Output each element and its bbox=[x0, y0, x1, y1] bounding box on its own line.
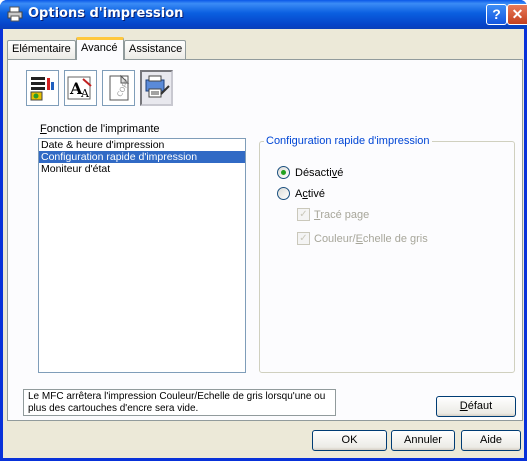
window-title: Options d'impression bbox=[28, 6, 184, 21]
radio-active-circle[interactable] bbox=[277, 187, 290, 200]
help-title-button[interactable]: ? bbox=[486, 4, 507, 25]
radio-desactive-circle[interactable] bbox=[277, 166, 290, 179]
quick-config-group-title: Configuration rapide d'impression bbox=[264, 135, 432, 147]
checkbox-couleur[interactable]: ✓ Couleur/Echelle de gris bbox=[297, 232, 428, 245]
checkbox-trace-page-box[interactable]: ✓ bbox=[297, 208, 310, 221]
checkbox-trace-page-label: Tracé page bbox=[314, 208, 370, 221]
device-options-button[interactable] bbox=[140, 70, 173, 106]
list-item-config-rapide[interactable]: Configuration rapide d'impression bbox=[39, 151, 245, 163]
tab-elementaire[interactable]: Elémentaire bbox=[7, 40, 76, 59]
radio-active[interactable]: Activé bbox=[277, 187, 325, 200]
radio-active-label: Activé bbox=[295, 187, 325, 200]
svg-text:A: A bbox=[80, 87, 90, 100]
radio-desactive-label: Désactivé bbox=[295, 166, 344, 179]
watermark-icon: COPY bbox=[109, 74, 132, 101]
function-listbox[interactable]: Date & heure d'impression Configuration … bbox=[38, 138, 246, 373]
device-options-icon bbox=[145, 75, 170, 98]
list-item-date-heure[interactable]: Date & heure d'impression bbox=[39, 139, 245, 151]
watermark-button[interactable]: COPY bbox=[102, 70, 135, 106]
tab-assistance[interactable]: Assistance bbox=[124, 40, 186, 59]
printer-icon bbox=[7, 6, 23, 22]
ok-button[interactable]: OK bbox=[312, 430, 387, 451]
font-size-button[interactable]: A A bbox=[64, 70, 97, 106]
radio-desactive[interactable]: Désactivé bbox=[277, 166, 343, 179]
status-message: Le MFC arrêtera l'impression Couleur/Ech… bbox=[23, 389, 336, 416]
close-title-button[interactable]: ✕ bbox=[507, 4, 527, 25]
checkbox-trace-page[interactable]: ✓ Tracé page bbox=[297, 208, 369, 221]
checkbox-couleur-label: Couleur/Echelle de gris bbox=[314, 232, 428, 245]
printer-settings-icon bbox=[30, 77, 54, 101]
list-item-moniteur[interactable]: Moniteur d'état bbox=[39, 163, 245, 175]
checkbox-couleur-box[interactable]: ✓ bbox=[297, 232, 310, 245]
title-bar[interactable]: Options d'impression ? ✕ bbox=[0, 0, 527, 29]
tab-avance[interactable]: Avancé bbox=[76, 37, 124, 60]
function-list-label: Fonction de l'imprimante bbox=[40, 123, 160, 135]
print-options-dialog: Options d'impression ? ✕ Elémentaire Ava… bbox=[0, 0, 527, 461]
cancel-button[interactable]: Annuler bbox=[391, 430, 455, 451]
font-size-icon: A A bbox=[67, 76, 92, 100]
default-button[interactable]: Défaut bbox=[436, 396, 516, 417]
help-button[interactable]: Aide bbox=[461, 430, 521, 451]
printer-settings-button[interactable] bbox=[26, 70, 59, 106]
